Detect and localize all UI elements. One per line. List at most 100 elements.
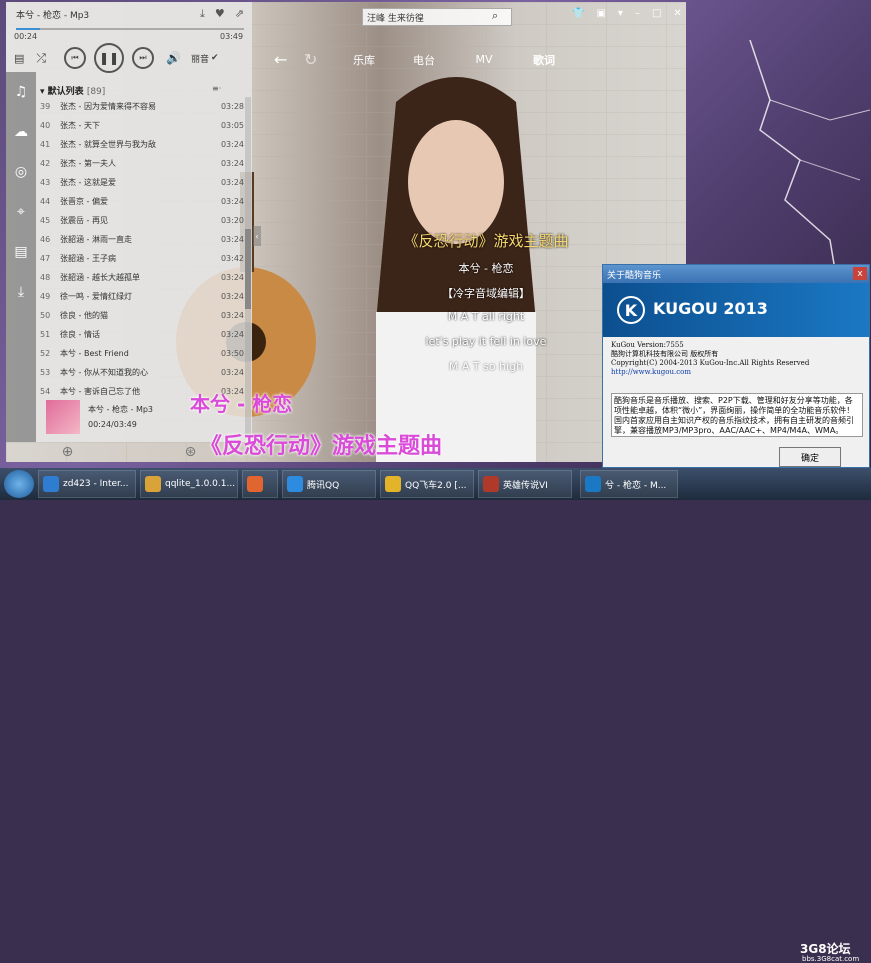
list-item[interactable]: 50 徐良 - 他的猫 03:24 [40, 306, 244, 325]
cloud-icon[interactable]: ☁ [6, 112, 36, 152]
search-input[interactable]: 汪峰 生来彷徨 [362, 8, 512, 26]
download-icon[interactable]: ⤓ [200, 7, 205, 21]
prev-button[interactable]: ⏮ [64, 47, 87, 69]
list-item[interactable]: 47 张韶涵 - 王子病 03:42 [40, 249, 244, 268]
song-duration: 03:24 [220, 292, 244, 301]
song-index: 48 [40, 273, 51, 282]
song-title: 张杰 - 第一夫人 [60, 159, 116, 168]
taskbar-label: 兮 - 枪恋 - M... [605, 480, 667, 491]
tab-radio[interactable]: 电台 [394, 52, 454, 68]
song-title: 本兮 - Best Friend [60, 349, 129, 358]
taskbar-button[interactable] [242, 470, 278, 498]
search-icon[interactable]: ⌕ [492, 9, 498, 23]
volume-icon[interactable]: 🔊 [166, 51, 181, 65]
share-icon[interactable]: ⇗ [235, 7, 244, 21]
list-item[interactable]: 42 张杰 - 第一夫人 03:24 [40, 154, 244, 173]
music-note-icon[interactable]: ♫ [6, 72, 36, 112]
taskbar-label: 腾讯QQ [307, 480, 340, 491]
list-item[interactable]: 41 张杰 - 就算全世界与我为敌 03:24 [40, 135, 244, 154]
location-icon[interactable]: ⌖ [6, 192, 36, 232]
list-item[interactable]: 46 张韶涵 - 淋雨一直走 03:24 [40, 230, 244, 249]
company-text: 酷狗计算机科技有限公司 版权所有 [611, 350, 719, 358]
copyright-text: Copyright(C) 2004-2013 KuGou-Inc.All Rig… [611, 359, 810, 367]
website-link[interactable]: http://www.kugou.com [603, 368, 869, 377]
song-index: 50 [40, 311, 51, 320]
add-icon[interactable]: ⊕ [62, 444, 74, 460]
settings-icon[interactable]: ⊛ [185, 444, 197, 460]
song-index: 45 [40, 216, 51, 225]
minimize-icon[interactable]: – [635, 8, 640, 19]
lightning-decoration [749, 40, 870, 300]
dialog-close-button[interactable]: x [853, 267, 867, 280]
playlist-header[interactable]: ▾ 默认列表 [89] [40, 84, 105, 97]
close-icon[interactable]: ✕ [673, 8, 681, 19]
list-item[interactable]: 44 张晋京 - 偏爱 03:24 [40, 192, 244, 211]
list-item[interactable]: 53 本兮 - 你从不知道我的心 03:24 [40, 363, 244, 382]
next-button[interactable]: ⏭ [132, 47, 155, 69]
song-index: 39 [40, 102, 51, 111]
song-title: 张晋京 - 偏爱 [60, 197, 108, 206]
download-manager-icon[interactable]: ⤓ [6, 272, 36, 312]
app-icon [247, 476, 263, 492]
scrollbar-thumb[interactable] [245, 229, 251, 309]
maximize-icon[interactable]: □ [652, 8, 661, 19]
heart-icon[interactable]: ♥ [215, 7, 225, 21]
song-duration: 03:20 [220, 216, 244, 225]
menu-icon[interactable]: ▾ [618, 8, 623, 19]
song-duration: 03:24 [220, 273, 244, 282]
list-item[interactable]: 43 张杰 - 这就是爱 03:24 [40, 173, 244, 192]
skin-icon[interactable]: 👕 [572, 8, 584, 19]
song-title: 徐良 - 情话 [60, 330, 100, 339]
pause-button[interactable]: ❚❚ [94, 43, 125, 73]
player-window: 本兮 - 枪恋 - Mp3 ⤓ ♥ ⇗ 00:24 03:49 ▤ ⤮ ⏮ ❚❚… [6, 2, 686, 462]
album-cover[interactable] [46, 400, 80, 434]
song-title: 张韶涵 - 王子病 [60, 254, 116, 263]
song-duration: 03:24 [220, 330, 244, 339]
list-scrollbar[interactable] [245, 97, 251, 437]
ok-button[interactable]: 确定 [779, 447, 841, 467]
list-item[interactable]: 51 徐良 - 情话 03:24 [40, 325, 244, 344]
taskbar-button[interactable]: zd423 - Inter... [38, 470, 136, 498]
version-text: KuGou Version:7555 [611, 341, 684, 349]
quality-label[interactable]: 丽音 [191, 52, 209, 65]
mini-mode-icon[interactable]: ▣ [596, 8, 605, 19]
song-title: 张震岳 - 再见 [60, 216, 108, 225]
playlist-mode-icon[interactable]: ▤ [14, 52, 24, 65]
tab-library[interactable]: 乐库 [334, 52, 394, 68]
document-icon[interactable]: ▤ [6, 232, 36, 272]
back-arrow-icon[interactable]: ← [274, 50, 304, 69]
taskbar-button[interactable]: QQ飞车2.0 [... [380, 470, 474, 498]
taskbar-button[interactable]: qqlite_1.0.0.1... [140, 470, 238, 498]
list-item[interactable]: 45 张震岳 - 再见 03:20 [40, 211, 244, 230]
taskbar-button[interactable]: 腾讯QQ [282, 470, 376, 498]
list-item[interactable]: 52 本兮 - Best Friend 03:50 [40, 344, 244, 363]
tab-mv[interactable]: MV [454, 53, 514, 66]
taskbar-label: zd423 - Inter... [63, 479, 129, 489]
song-duration: 03:50 [220, 349, 244, 358]
refresh-icon[interactable]: ↻ [304, 50, 334, 69]
taskbar-button[interactable]: 英雄传说VI [478, 470, 572, 498]
song-title: 张韶涵 - 越长大越孤单 [60, 273, 140, 282]
tab-lyrics[interactable]: 歌词 [514, 52, 574, 68]
playlist-menu-icon[interactable]: ≡· [212, 84, 221, 93]
playlist-count: [89] [86, 87, 106, 97]
progress-fill [16, 28, 40, 30]
start-button[interactable] [4, 470, 34, 498]
collapse-panel-icon[interactable]: ‹ [253, 226, 261, 246]
progress-bar[interactable] [16, 28, 244, 30]
current-song-title: 本兮 - 枪恋 - Mp3 [16, 11, 90, 21]
shuffle-icon[interactable]: ⤮ [36, 51, 46, 66]
list-item[interactable]: 40 张杰 - 天下 03:05 [40, 116, 244, 135]
list-item[interactable]: 49 徐一鸣 - 爱情红绿灯 03:24 [40, 287, 244, 306]
list-item[interactable]: 48 张韶涵 - 越长大越孤单 03:24 [40, 268, 244, 287]
about-dialog: 关于酷狗音乐 x K KUGOU 2013 KuGou Version:7555… [602, 264, 870, 468]
radio-icon[interactable]: ◎ [6, 152, 36, 192]
taskbar-button[interactable]: 兮 - 枪恋 - M... [580, 470, 678, 498]
list-item[interactable]: 39 张杰 - 因为爱情来得不容易 03:28 [40, 97, 244, 116]
lyric-line: M A T all right [447, 310, 525, 323]
app-icon [483, 476, 499, 492]
now-playing-title: 本兮 - 枪恋 - Mp3 [88, 405, 154, 414]
lyric-line: 本兮 - 枪恋 [458, 262, 514, 275]
description-box[interactable]: 酷狗音乐是音乐播放、搜索、P2P下载、管理和好友分享等功能，各项性能卓越，体积“… [611, 393, 863, 437]
song-list: 39 张杰 - 因为爱情来得不容易 03:28 40 张杰 - 天下 03:05 41 张杰 … [40, 97, 244, 401]
